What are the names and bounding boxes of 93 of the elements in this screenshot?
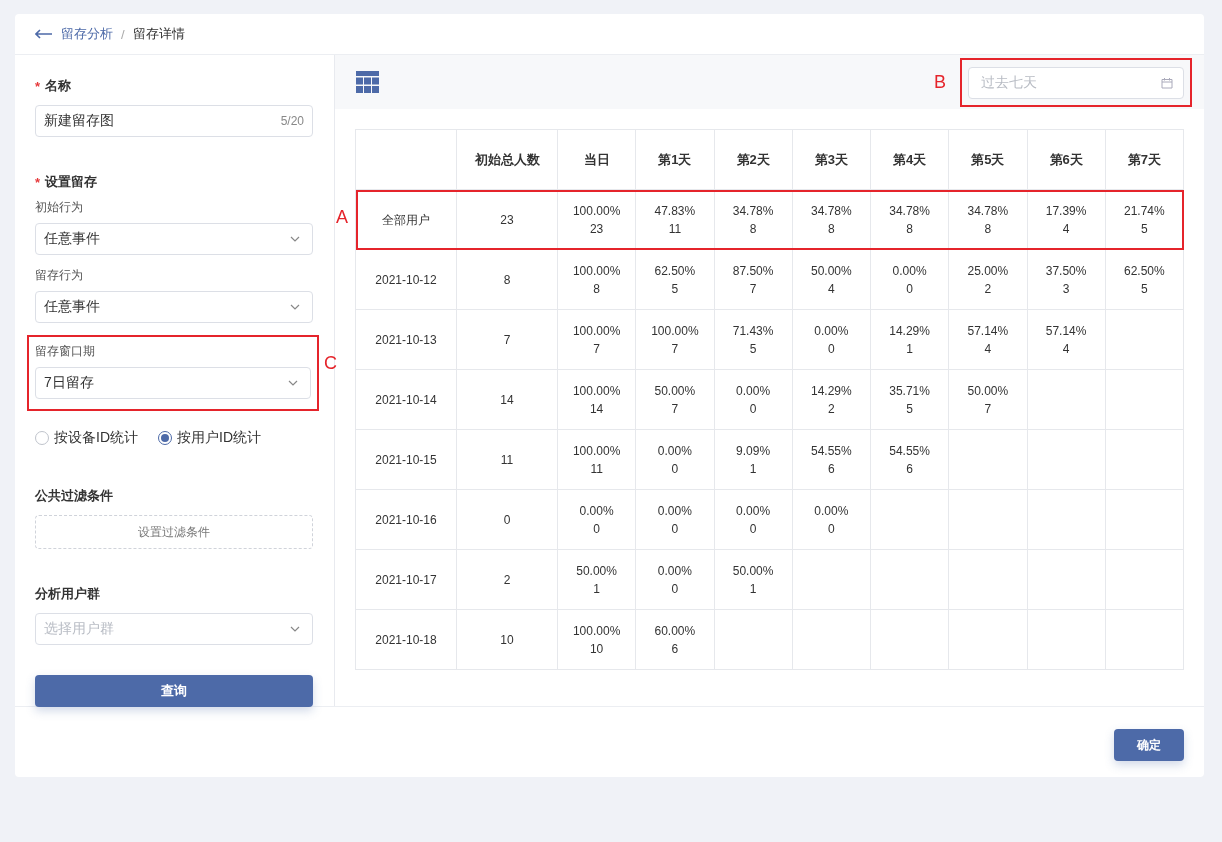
table-cell: 54.55% 6 [870, 429, 949, 490]
table-cell: 0.00% 0 [792, 309, 871, 370]
table-view-icon[interactable] [356, 70, 379, 94]
table-cell: 71.43% 5 [714, 309, 793, 370]
column-header: 第7天 [1105, 129, 1184, 190]
name-input[interactable]: 新建留存图 5/20 [35, 105, 313, 137]
breadcrumb-separator: / [121, 26, 125, 42]
column-header: 第4天 [870, 129, 949, 190]
row-label: 2021-10-15 [375, 452, 437, 467]
table-cell: 0.00% 0 [635, 429, 714, 490]
table-cell: 0 [456, 489, 558, 550]
section-title: 分析用户群 [35, 585, 100, 603]
row-label: 2021-10-17 [375, 572, 437, 587]
table-cell: 37.50% 3 [1027, 249, 1106, 310]
table-cell: 100.00% 8 [557, 249, 636, 310]
table-cell: 57.14% 4 [1027, 309, 1106, 370]
annotation-label: A [336, 206, 348, 228]
table-cell: 50.00% 1 [557, 549, 636, 610]
table-cell: 87.50% 7 [714, 249, 793, 310]
table-cell: 35.71% 5 [870, 369, 949, 430]
table-cell: 50.00% 7 [948, 369, 1027, 430]
select-field[interactable]: 7日留存 [35, 367, 311, 399]
chevron-down-icon [290, 304, 300, 310]
row-label: 2021-10-12 [375, 272, 437, 287]
table-cell: 0.00% 0 [792, 489, 871, 550]
chevron-down-icon [288, 380, 298, 386]
radio-circle[interactable] [158, 431, 172, 445]
table-cell: 57.14% 4 [948, 309, 1027, 370]
section-title: 名称 [45, 77, 72, 95]
field-label: 初始行为 [35, 199, 84, 216]
char-counter: 5/20 [280, 114, 304, 128]
row-label: 2021-10-18 [375, 632, 437, 647]
query-button[interactable]: 查询 [35, 675, 313, 707]
table-cell: 62.50% 5 [1105, 249, 1184, 310]
field-label: 留存窗口期 [35, 343, 96, 360]
table-cell: 100.00% 14 [557, 369, 636, 430]
table-cell: 0.00% 0 [714, 369, 793, 430]
table-cell: 62.50% 5 [635, 249, 714, 310]
add-filter-button[interactable]: 设置过滤条件 [35, 515, 313, 549]
table-cell: 14.29% 2 [792, 369, 871, 430]
section-title: 公共过滤条件 [35, 487, 113, 505]
table-cell: 50.00% 1 [714, 549, 793, 610]
table-cell: 100.00% 7 [635, 309, 714, 370]
table-cell: 2 [456, 549, 558, 610]
table-cell: 0.00% 0 [557, 489, 636, 550]
table-cell: 7 [456, 309, 558, 370]
field-label: 留存行为 [35, 267, 84, 284]
calendar-icon [1161, 76, 1173, 89]
table-cell: 0.00% 0 [635, 549, 714, 610]
chevron-down-icon [290, 236, 300, 242]
table-cell: 25.00% 2 [948, 249, 1027, 310]
table-cell: 50.00% 7 [635, 369, 714, 430]
annotation-label: B [934, 71, 946, 93]
row-label: 2021-10-14 [375, 392, 437, 407]
table-cell: 60.00% 6 [635, 609, 714, 670]
radio-option[interactable]: 按设备ID统计 [35, 429, 138, 447]
annotation-label: C [324, 353, 337, 374]
table-cell: 100.00% 10 [557, 609, 636, 670]
column-header: 第3天 [792, 129, 871, 190]
column-header: 第6天 [1027, 129, 1106, 190]
column-header: 初始总人数 [456, 129, 558, 190]
table-cell: 54.55% 6 [792, 429, 871, 490]
table-cell: 50.00% 4 [792, 249, 871, 310]
table-cell: 0.00% 0 [714, 489, 793, 550]
table-cell: 14.29% 1 [870, 309, 949, 370]
required-mark: * [35, 174, 41, 190]
table-cell: 9.09% 1 [714, 429, 793, 490]
table-cell: 100.00% 7 [557, 309, 636, 370]
table-cell: 8 [456, 249, 558, 310]
required-mark: * [35, 78, 41, 94]
section-title: 设置留存 [45, 173, 98, 191]
table-cell: 14 [456, 369, 558, 430]
table-cell: 10 [456, 609, 558, 670]
column-header: 第1天 [635, 129, 714, 190]
select-field[interactable]: 任意事件 [35, 223, 313, 255]
breadcrumb-link[interactable]: 留存分析 [61, 25, 113, 43]
column-header: 第5天 [948, 129, 1027, 190]
row-label: 2021-10-16 [375, 512, 437, 527]
confirm-button[interactable]: 确定 [1114, 729, 1184, 761]
radio-circle[interactable] [35, 431, 49, 445]
table-cell: 100.00% 11 [557, 429, 636, 490]
back-arrow-icon[interactable] [35, 29, 53, 39]
select-field[interactable]: 任意事件 [35, 291, 313, 323]
column-header: 第2天 [714, 129, 793, 190]
row-label: 2021-10-13 [375, 332, 437, 347]
chevron-down-icon [290, 626, 300, 632]
table-cell: 0.00% 0 [870, 249, 949, 310]
row-label: 全部用户 [382, 212, 430, 227]
table-cell: 0.00% 0 [635, 489, 714, 550]
column-header: 当日 [557, 129, 636, 190]
breadcrumb-current: 留存详情 [132, 25, 185, 43]
table-cell: 11 [456, 429, 558, 490]
radio-option[interactable]: 按用户ID统计 [158, 429, 261, 447]
